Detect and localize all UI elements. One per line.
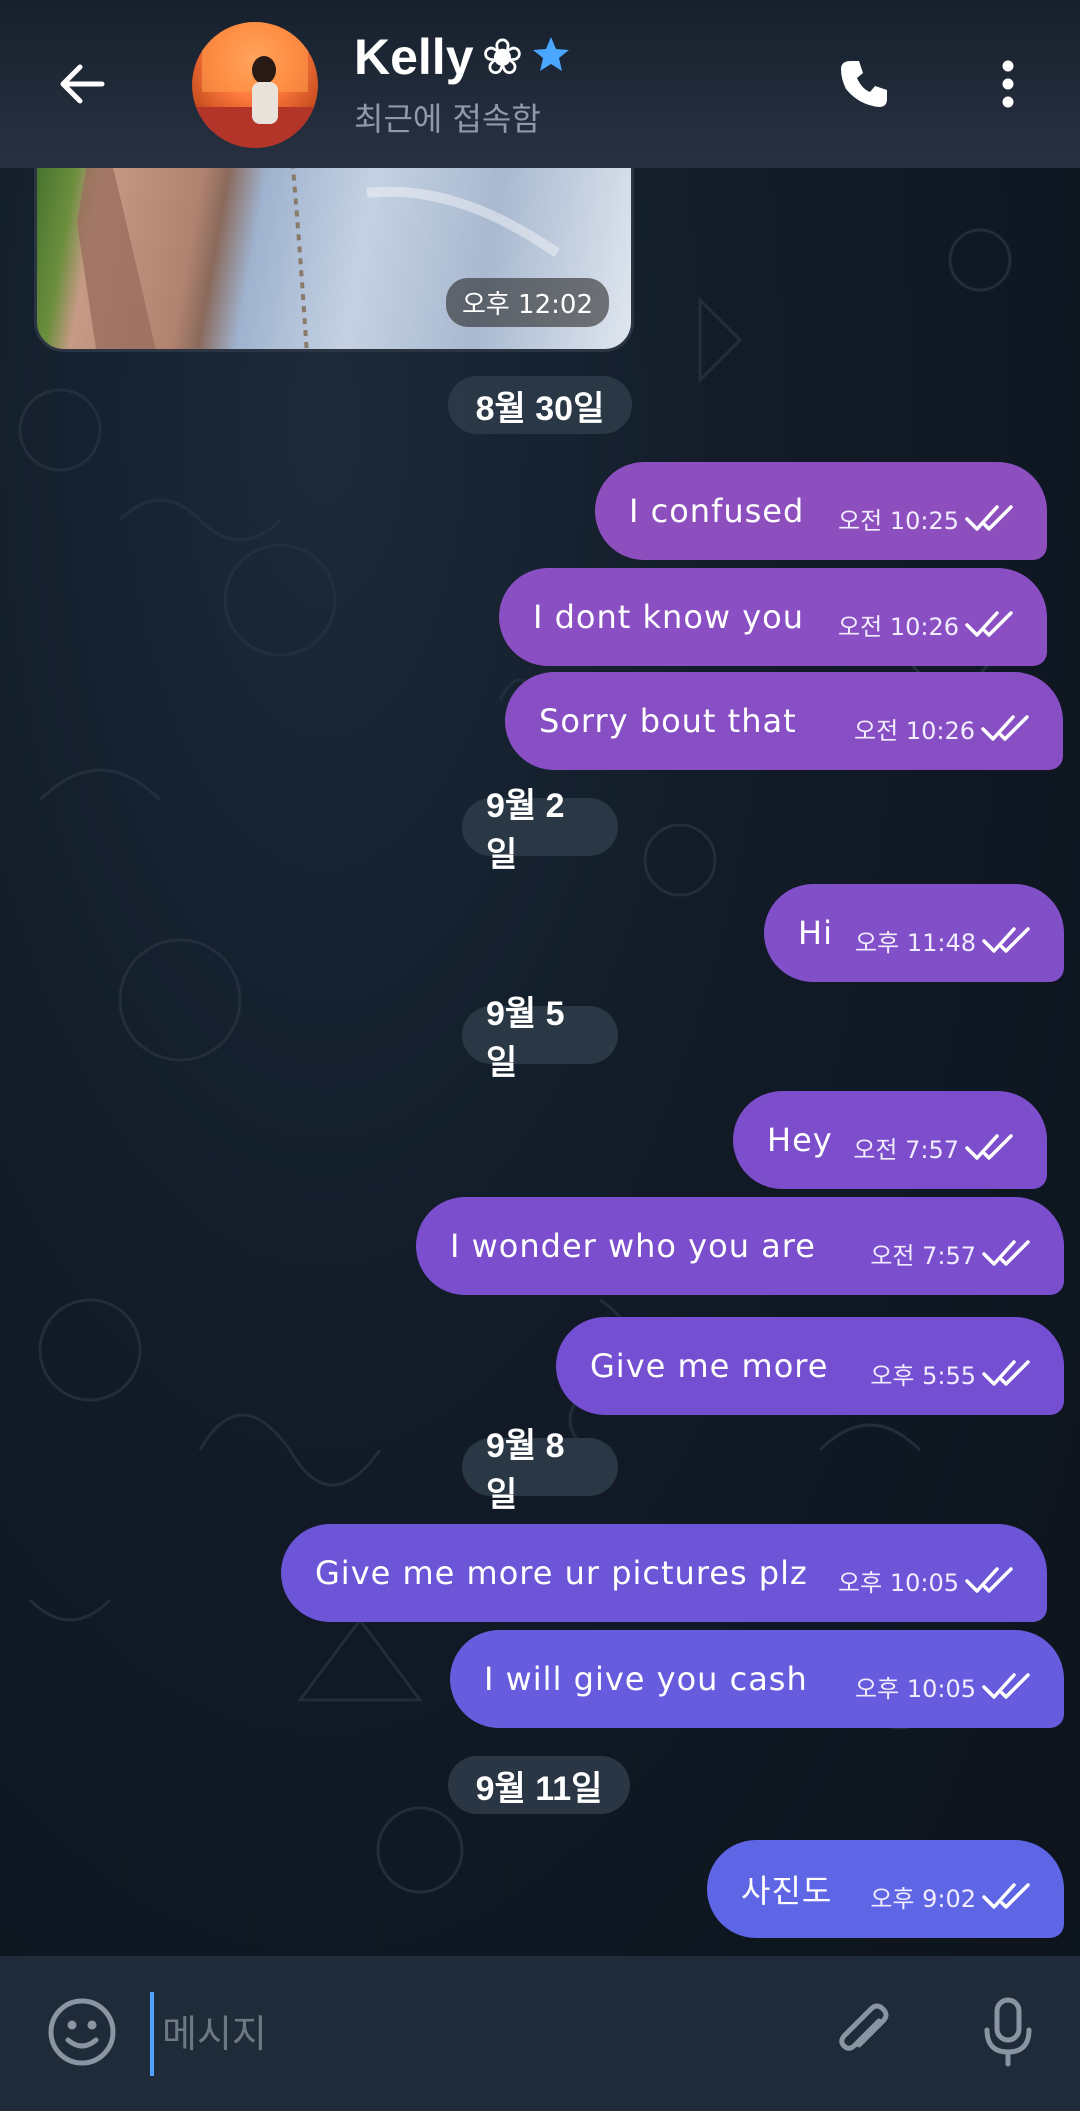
double-check-icon (982, 1883, 1030, 1909)
message-text: I wonder who you are (450, 1227, 816, 1265)
double-check-icon (965, 505, 1013, 531)
message-input-bar (0, 1956, 1080, 2111)
date-separator: 9월 11일 (448, 1756, 630, 1814)
paperclip-icon (831, 1999, 897, 2069)
chat-header: Kelly ❀ 최근에 접속함 (0, 0, 1080, 168)
outgoing-message[interactable]: I confused 오전 10:25 (595, 462, 1047, 560)
microphone-icon (980, 1996, 1036, 2072)
emoji-button[interactable] (40, 1992, 124, 2076)
message-time: 오전 10:26 (854, 716, 975, 745)
message-time: 오후 12:02 (445, 278, 609, 327)
message-time: 오전 7:57 (870, 1241, 976, 1270)
message-text: Give me more ur pictures plz (315, 1554, 808, 1592)
voice-record-button[interactable] (966, 1992, 1050, 2076)
message-time: 오후 10:05 (838, 1568, 959, 1597)
message-time: 오전 10:25 (838, 506, 959, 535)
message-text: Hey (767, 1121, 833, 1159)
flower-glyph: ❀ (481, 29, 524, 85)
message-text: I dont know you (533, 598, 805, 636)
contact-name[interactable]: Kelly ❀ (354, 28, 571, 86)
call-button[interactable] (822, 44, 906, 128)
double-check-icon (965, 611, 1013, 637)
date-separator: 9월 8일 (462, 1427, 618, 1514)
star-icon (531, 28, 571, 86)
message-time: 오전 7:57 (853, 1135, 959, 1164)
double-check-icon (982, 1360, 1030, 1386)
message-text: Give me more (590, 1347, 829, 1385)
outgoing-message[interactable]: Hi 오후 11:48 (764, 884, 1064, 982)
avatar[interactable] (192, 22, 318, 148)
arrow-left-icon (56, 58, 108, 114)
attach-button[interactable] (822, 1992, 906, 2076)
double-check-icon (982, 1240, 1030, 1266)
outgoing-message[interactable]: Hey 오전 7:57 (733, 1091, 1047, 1189)
more-menu-button[interactable] (966, 44, 1050, 128)
outgoing-message[interactable]: 사진도 오후 9:02 (707, 1840, 1064, 1938)
date-separator: 9월 2일 (462, 787, 618, 874)
message-text: 사진도 (741, 1872, 833, 1910)
message-input[interactable] (150, 1992, 790, 2076)
outgoing-message[interactable]: I will give you cash 오후 10:05 (450, 1630, 1064, 1728)
message-time: 오전 10:26 (838, 612, 959, 641)
date-separator: 9월 5일 (462, 995, 618, 1082)
message-time: 오후 9:02 (870, 1884, 976, 1913)
outgoing-message[interactable]: Give me more ur pictures plz 오후 10:05 (281, 1524, 1047, 1622)
message-text: I will give you cash (484, 1660, 808, 1698)
message-time: 오후 11:48 (855, 928, 976, 957)
outgoing-message[interactable]: I wonder who you are 오전 7:57 (416, 1197, 1064, 1295)
outgoing-message[interactable]: I dont know you 오전 10:26 (499, 568, 1047, 666)
last-seen-status: 최근에 접속함 (354, 100, 541, 138)
back-button[interactable] (40, 44, 124, 128)
message-text: I confused (629, 492, 805, 530)
outgoing-message[interactable]: Sorry bout that 오전 10:26 (505, 672, 1063, 770)
outgoing-message[interactable]: Give me more 오후 5:55 (556, 1317, 1064, 1415)
smiley-icon (46, 1996, 118, 2072)
message-text: Hi (798, 914, 833, 952)
phone-icon (837, 57, 891, 115)
double-check-icon (981, 715, 1029, 741)
date-separator: 8월 30일 (448, 376, 632, 434)
message-text: Sorry bout that (539, 702, 797, 740)
double-check-icon (965, 1567, 1013, 1593)
message-time: 오후 10:05 (855, 1674, 976, 1703)
more-vertical-icon (998, 58, 1018, 114)
double-check-icon (982, 927, 1030, 953)
double-check-icon (982, 1673, 1030, 1699)
contact-name-text: Kelly (354, 29, 474, 85)
double-check-icon (965, 1134, 1013, 1160)
message-time: 오후 5:55 (870, 1361, 976, 1390)
